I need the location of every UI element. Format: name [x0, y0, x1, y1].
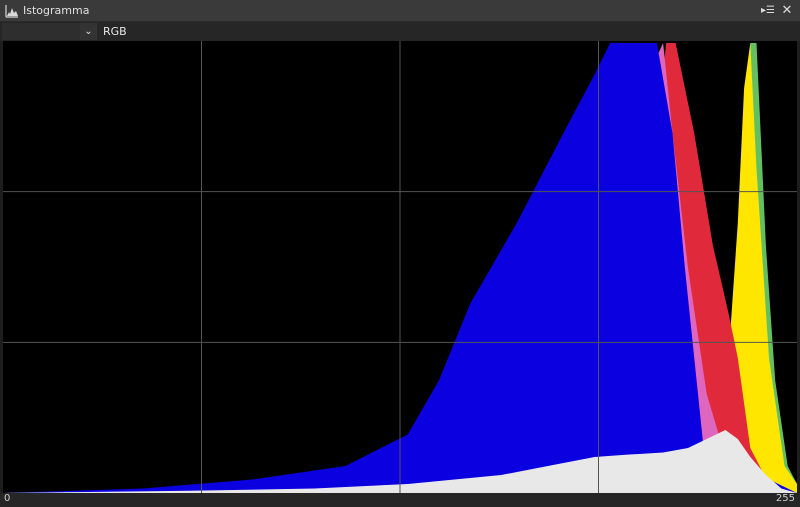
histogram-chart	[3, 41, 797, 493]
axis-min-label: 0	[4, 493, 11, 504]
chevron-down-icon[interactable]: ⌄	[80, 23, 97, 40]
histogram-toolbar: ⌄ RGB	[0, 22, 800, 41]
histogram-plot	[3, 41, 797, 493]
axis-footer: 0 255	[0, 493, 800, 507]
histogram-icon	[5, 5, 18, 18]
title-bar: Istogramma ▸☰ ✕	[0, 0, 800, 22]
window-title: Istogramma	[23, 4, 90, 17]
panel-menu-icon[interactable]: ▸☰	[760, 3, 776, 19]
channel-selector[interactable]: RGB	[103, 25, 127, 38]
options-combo[interactable]	[2, 23, 81, 40]
axis-max-label: 255	[775, 493, 795, 504]
close-icon[interactable]: ✕	[779, 3, 795, 19]
